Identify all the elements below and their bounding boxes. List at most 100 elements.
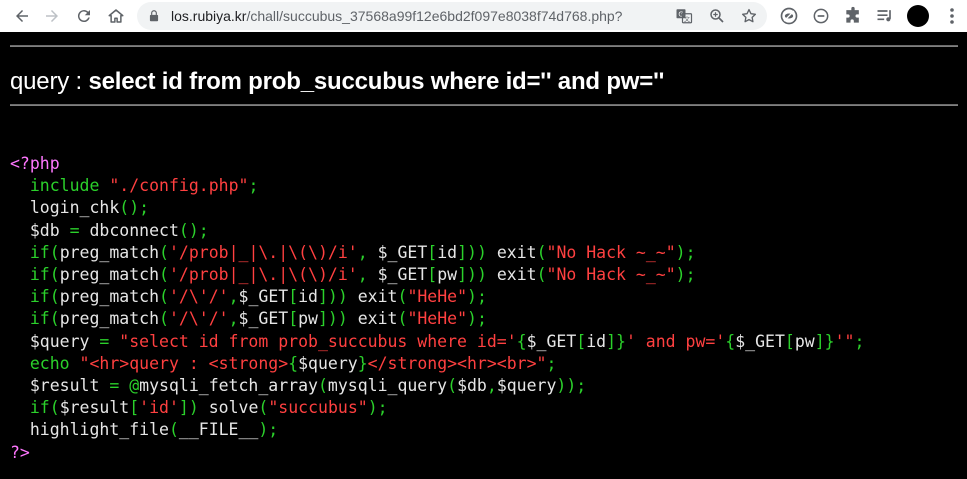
profile-avatar[interactable] — [907, 5, 929, 27]
code-token: ( — [258, 398, 269, 418]
code-token: exit — [357, 287, 398, 307]
code-token: [ — [576, 331, 587, 351]
code-token: pw — [437, 265, 458, 285]
code-token: )); — [556, 376, 587, 396]
code-token: ]} — [606, 331, 626, 351]
code-token: $query — [298, 353, 358, 373]
code-token: $_GET — [735, 331, 785, 351]
code-token: ( — [159, 242, 169, 262]
code-line: <?php — [10, 153, 864, 175]
code-token: pw — [298, 309, 318, 329]
code-token: mysqli_query — [327, 376, 448, 396]
code-token: exit — [357, 309, 398, 329]
code-token: = — [99, 331, 120, 351]
code-token: ( — [317, 376, 328, 396]
code-token: ])) — [457, 242, 497, 262]
code-token: $result — [10, 376, 110, 396]
divider-bottom — [10, 104, 958, 106]
code-token: ); — [675, 265, 696, 285]
code-line: $query = "select id from prob_succubus w… — [10, 331, 865, 353]
page-content: query : select id from prob_succubus whe… — [0, 32, 967, 479]
divider-top — [10, 45, 958, 47]
code-token: ( — [159, 287, 169, 307]
code-token: if( — [29, 265, 60, 285]
code-token: highlight_file — [10, 420, 169, 440]
browser-toolbar: los.rubiya.kr/chall/succubus_37568a99f12… — [0, 0, 967, 32]
code-line: $db = dbconnect(); — [10, 220, 864, 242]
source-code-block: <?php include "./config.php"; login_chk(… — [10, 153, 864, 464]
code-token: $db — [10, 220, 70, 240]
code-token: ' and pw=' — [625, 331, 726, 351]
code-token: preg_match — [59, 309, 160, 329]
code-token: } — [357, 353, 368, 373]
code-token: ( — [536, 242, 547, 262]
url-text[interactable]: los.rubiya.kr/chall/succubus_37568a99f12… — [171, 8, 622, 24]
code-token: ); — [467, 287, 487, 307]
code-line: if($result['id']) solve("succubus"); — [10, 397, 864, 419]
code-token: [ — [288, 309, 299, 329]
code-token: if( — [29, 398, 60, 418]
code-token: $_GET — [526, 331, 577, 351]
code-token: ])) — [318, 287, 358, 307]
code-token: '" — [834, 331, 855, 351]
code-token: ); — [258, 420, 279, 440]
code-token: , — [357, 265, 378, 285]
code-token: ]) — [178, 398, 209, 418]
code-token: include — [29, 176, 110, 196]
code-token: { — [516, 331, 527, 351]
svg-text:文: 文 — [684, 15, 690, 23]
code-token: , — [486, 376, 497, 396]
code-line: $result = @mysqli_fetch_array(mysqli_que… — [10, 375, 864, 397]
code-token: [ — [427, 242, 438, 262]
code-token: [ — [784, 331, 795, 351]
translate-icon[interactable]: G文 — [675, 7, 693, 25]
code-token: ( — [159, 265, 169, 285]
code-token: [ — [288, 287, 299, 307]
code-token: '/\'/' — [168, 309, 229, 329]
home-icon[interactable] — [104, 4, 128, 28]
code-token: ( — [168, 420, 179, 440]
code-token: ])) — [457, 265, 497, 285]
code-token: id — [437, 242, 458, 262]
code-token: ); — [467, 309, 487, 329]
code-token: $_GET — [377, 242, 428, 262]
lock-icon[interactable] — [147, 9, 161, 23]
reload-icon[interactable] — [72, 4, 96, 28]
menu-kebab-icon[interactable] — [944, 7, 960, 25]
extension-block-icon[interactable] — [811, 6, 831, 26]
code-token: if( — [29, 287, 60, 307]
code-token: id — [298, 287, 318, 307]
code-token: "HeHe" — [407, 287, 468, 307]
code-token: ( — [159, 309, 169, 329]
code-token: login_chk — [10, 198, 120, 218]
code-token: 'id' — [139, 398, 179, 418]
bookmark-star-icon[interactable] — [740, 7, 758, 25]
code-token: dbconnect — [89, 220, 179, 240]
code-token: preg_match — [59, 265, 160, 285]
address-bar[interactable]: los.rubiya.kr/chall/succubus_37568a99f12… — [137, 2, 767, 30]
code-line: if(preg_match('/\'/',$_GET[pw])) exit("H… — [10, 308, 864, 330]
code-token: if( — [29, 309, 60, 329]
back-arrow-icon[interactable] — [10, 4, 34, 28]
forward-arrow-icon[interactable] — [40, 4, 64, 28]
code-token: ( — [397, 287, 408, 307]
code-line: ?> — [10, 442, 864, 464]
zoom-icon[interactable] — [708, 7, 726, 25]
code-token: "succubus" — [268, 398, 368, 418]
code-token: ( — [536, 265, 547, 285]
extension-eye-icon[interactable] — [779, 6, 799, 26]
code-token: ( — [397, 309, 408, 329]
code-token: "./config.php" — [109, 176, 249, 196]
extensions-puzzle-icon[interactable] — [843, 6, 863, 26]
code-token: (); — [119, 198, 150, 218]
media-queue-icon[interactable] — [875, 6, 895, 26]
code-token: $_GET — [377, 265, 428, 285]
code-token: $_GET — [238, 287, 289, 307]
code-token: $result — [59, 398, 130, 418]
query-prefix: query : — [10, 68, 89, 95]
code-token: </strong><hr><br>" — [367, 353, 547, 373]
code-token: ; — [854, 331, 865, 351]
code-token: ); — [675, 242, 696, 262]
